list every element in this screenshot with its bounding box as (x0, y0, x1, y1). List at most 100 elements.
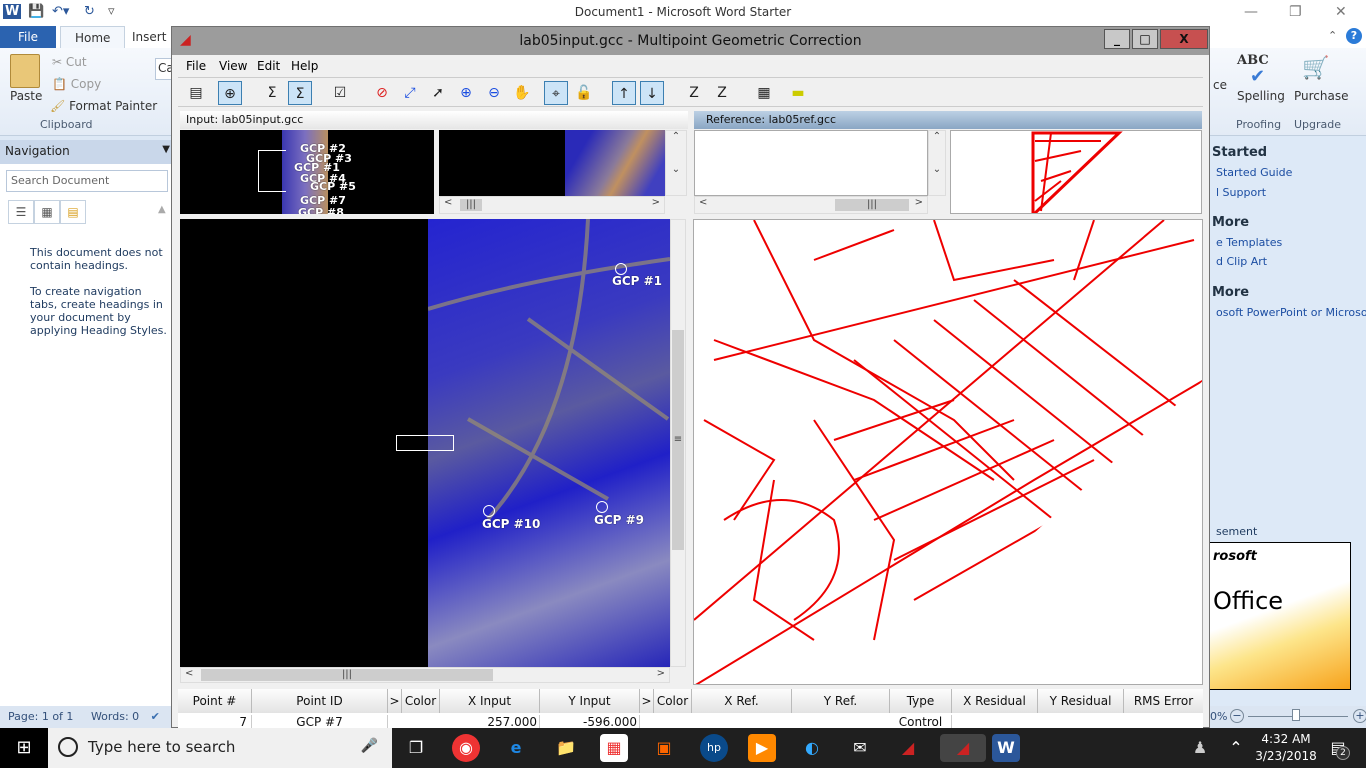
col-type[interactable]: Type (890, 689, 952, 713)
zoom-in-icon[interactable]: + (1353, 709, 1366, 723)
col-expand-1[interactable]: > (388, 689, 402, 713)
gcp-label[interactable]: GCP #9 (594, 513, 644, 527)
word-count[interactable]: Words: 0 (91, 710, 139, 723)
cell-y-input[interactable]: -596.000 (540, 715, 640, 729)
col-y-residual[interactable]: Y Residual (1038, 689, 1124, 713)
clock[interactable]: 4:32 AM 3/23/2018 (1252, 731, 1320, 765)
minimize-button[interactable]: — (1244, 4, 1258, 20)
check-icon[interactable]: ☑ (328, 81, 352, 105)
search-document-input[interactable]: Search Document (6, 170, 168, 192)
reference-zoom-hscroll[interactable]: < ||| > (694, 196, 928, 214)
fit-extent-icon[interactable]: ⤢ (398, 81, 422, 105)
sigma-auto-icon[interactable]: Σ (288, 81, 312, 105)
input-main-hscroll[interactable]: < ||| > (180, 667, 670, 683)
menu-view[interactable]: View (219, 59, 247, 73)
menu-file[interactable]: File (186, 59, 206, 73)
menu-edit[interactable]: Edit (257, 59, 280, 73)
col-color-input[interactable]: Color (402, 689, 440, 713)
hotspot-shield-icon[interactable]: ◐ (798, 734, 826, 762)
proofing-status-icon[interactable]: ✔ (151, 710, 160, 723)
gcc-close-button[interactable]: X (1160, 29, 1208, 49)
z-multi-icon[interactable]: Z (710, 81, 734, 105)
restore-button[interactable]: ❐ (1289, 4, 1302, 20)
tab-file[interactable]: File (0, 26, 56, 48)
show-hidden-icons[interactable]: ⌃ (1222, 734, 1250, 762)
input-zoom-pane[interactable] (439, 130, 665, 196)
zoom-slider-thumb[interactable] (1292, 709, 1300, 721)
start-button[interactable]: ⊞ (0, 728, 48, 768)
gcp-marker[interactable] (483, 505, 495, 517)
zoom-level[interactable]: 0% (1210, 710, 1227, 723)
col-y-input[interactable]: Y Input (540, 689, 640, 713)
close-button[interactable]: ✕ (1335, 4, 1347, 20)
help-icon[interactable]: ? (1346, 28, 1362, 44)
purchase-button[interactable]: Purchase (1294, 89, 1349, 103)
find-up-icon[interactable]: ↑ (612, 81, 636, 105)
col-point-num[interactable]: Point # (178, 689, 252, 713)
gcp-label[interactable]: GCP #1 (612, 274, 662, 288)
clip-art-link[interactable]: d Clip Art (1216, 255, 1267, 268)
z-icon[interactable]: Z (682, 81, 706, 105)
zoom-out-icon[interactable]: − (1230, 709, 1244, 723)
collapse-ribbon-icon[interactable]: ⌃ (1328, 29, 1337, 42)
format-painter-button[interactable]: 🖌 Format Painter (50, 99, 157, 113)
zoom-in-tool-icon[interactable]: ⊕ (454, 81, 478, 105)
powerpoint-link[interactable]: osoft PowerPoint or Microsoft (1216, 306, 1366, 319)
task-view-icon[interactable]: ❐ (402, 734, 430, 762)
table-view-icon[interactable]: ▤ (184, 81, 208, 105)
templates-link[interactable]: e Templates (1216, 236, 1282, 249)
input-overview-pane[interactable]: GCP #2 GCP #3 GCP #1 GCP #4 GCP #5 GCP #… (180, 130, 434, 214)
lock-icon[interactable]: 🔓 (572, 81, 596, 105)
gcc-maximize-button[interactable]: □ (1132, 29, 1158, 49)
col-x-ref[interactable]: X Ref. (692, 689, 792, 713)
input-zoom-hscroll[interactable]: < ||| > (439, 196, 665, 214)
find-down-icon[interactable]: ↓ (640, 81, 664, 105)
spelling-button[interactable]: Spelling (1237, 89, 1285, 103)
select-arrow-icon[interactable]: ➚ (426, 81, 450, 105)
hp-icon[interactable]: hp (700, 734, 728, 762)
file-explorer-icon[interactable]: 📁 (552, 734, 580, 762)
input-zoom-vscroll[interactable]: ⌃ ⌄ (665, 130, 687, 196)
nav-menu-arrow-icon[interactable]: ▼ (162, 144, 170, 155)
media-player-icon[interactable]: ▶ (748, 734, 776, 762)
tab-home[interactable]: Home (60, 26, 126, 48)
input-main-view[interactable]: GCP #1 GCP #10 GCP #9 (180, 219, 670, 667)
col-x-input[interactable]: X Input (440, 689, 540, 713)
col-expand-2[interactable]: > (640, 689, 654, 713)
col-x-residual[interactable]: X Residual (952, 689, 1038, 713)
results-tab-icon[interactable]: ▤ (60, 200, 86, 224)
create-gcp-icon[interactable]: ⌖ (544, 81, 568, 105)
copy-button[interactable]: 📋 Copy (52, 77, 101, 91)
gcp-label[interactable]: GCP #10 (482, 517, 540, 531)
microphone-icon[interactable]: 🎤 (361, 738, 378, 754)
pages-tab-icon[interactable]: ▦ (34, 200, 60, 224)
gcc-minimize-button[interactable]: _ (1104, 29, 1130, 49)
edge-icon[interactable]: e (502, 734, 530, 762)
reference-zoom-pane[interactable] (694, 130, 928, 196)
ruler-icon[interactable]: ▬ (786, 81, 810, 105)
store-icon[interactable]: ▦ (600, 734, 628, 762)
headings-tab-icon[interactable]: ☰ (8, 200, 34, 224)
gcp-marker[interactable] (596, 501, 608, 513)
reference-overview-pane[interactable] (950, 130, 1202, 214)
gcc-taskbar-icon[interactable]: ◢ (894, 734, 922, 762)
page-count[interactable]: Page: 1 of 1 (8, 710, 73, 723)
cell-point-num[interactable]: 7 (178, 715, 252, 729)
col-point-id[interactable]: Point ID (252, 689, 388, 713)
cart-icon[interactable]: 🛒 (1302, 56, 1329, 81)
photos-icon[interactable]: ▣ (650, 734, 678, 762)
office-ad[interactable]: rosoft Office (1208, 542, 1351, 690)
auto-link-icon[interactable]: ⊕ (218, 81, 242, 105)
people-icon[interactable]: ♟ (1186, 734, 1214, 762)
col-color-ref[interactable]: Color (654, 689, 692, 713)
overview-gcp-label[interactable]: GCP #8 (298, 206, 344, 214)
input-main-vscroll[interactable]: ≡ (670, 219, 686, 667)
cell-x-input[interactable]: 257.000 (440, 715, 540, 729)
overview-gcp-label[interactable]: GCP #5 (310, 180, 356, 193)
taskbar-search[interactable]: Type here to search 🎤 (48, 728, 392, 768)
col-rms-error[interactable]: RMS Error (1124, 689, 1203, 713)
scroll-up-icon[interactable]: ▲ (158, 204, 166, 215)
word-taskbar-icon[interactable]: W (992, 734, 1020, 762)
reference-zoom-vscroll[interactable]: ⌃ ⌄ (928, 130, 946, 196)
chrome-icon[interactable]: ◉ (452, 734, 480, 762)
